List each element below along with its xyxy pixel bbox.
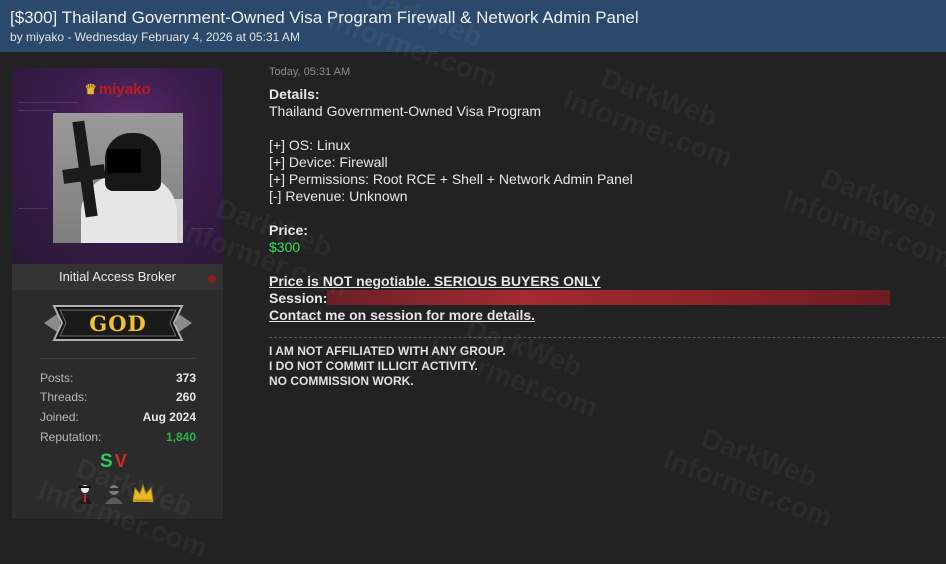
user-banner: ♛ miyako [12, 68, 223, 264]
signature-divider [269, 337, 945, 338]
thread-meta: by miyako - Wednesday February 4, 2026 a… [10, 30, 300, 44]
status-dot-icon [208, 275, 216, 283]
spec-revenue: [-] Revenue: Unknown [269, 188, 408, 204]
watermark: DarkWebInformer.com [659, 412, 848, 535]
stat-reputation: Reputation: 1,840 [40, 430, 196, 444]
spec-device: [+] Device: Firewall [269, 154, 388, 170]
signature: I AM NOT AFFILIATED WITH ANY GROUP. I DO… [269, 344, 506, 388]
stat-threads: Threads: 260 [40, 390, 196, 404]
thread-title: [$300] Thailand Government-Owned Visa Pr… [10, 8, 639, 27]
reputation-badge[interactable]: SV [100, 451, 127, 473]
user-title: Initial Access Broker [12, 264, 223, 290]
hacker-award-icon[interactable] [104, 483, 124, 510]
post-body: Details: Thailand Government-Owned Visa … [269, 86, 945, 324]
negotiable-note: Price is NOT negotiable. SERIOUS BUYERS … [269, 273, 601, 289]
price-label: Price: [269, 222, 308, 238]
post-content: Today, 05:31 AM Details: Thailand Govern… [269, 66, 945, 389]
rank-label: GOD [89, 311, 147, 336]
contact-note[interactable]: Contact me on session for more details. [269, 307, 945, 324]
avatar[interactable] [53, 113, 183, 243]
stat-posts: Posts: 373 [40, 371, 196, 385]
spec-permissions: [+] Permissions: Root RCE + Shell + Netw… [269, 171, 633, 187]
award-row [76, 483, 176, 507]
crown-icon: ♛ [84, 81, 97, 97]
dollar-icon: S [100, 451, 113, 472]
vouch-icon: V [114, 451, 127, 471]
stat-joined: Joined: Aug 2024 [40, 410, 196, 424]
details-label: Details: [269, 86, 320, 102]
user-card: ♛ miyako Initial Access Broker GOD Posts:… [12, 68, 223, 519]
session-label: Session: [269, 290, 328, 306]
username[interactable]: miyako [99, 81, 151, 98]
thread-header: [$300] Thailand Government-Owned Visa Pr… [0, 0, 946, 52]
username-row[interactable]: ♛ miyako [12, 81, 223, 98]
target-name: Thailand Government-Owned Visa Program [269, 103, 542, 119]
redacted-session-id [327, 290, 891, 305]
spy-award-icon[interactable] [76, 483, 94, 510]
crown-award-icon[interactable] [132, 483, 154, 508]
post-date[interactable]: Today, 05:31 AM [269, 66, 945, 78]
rank-badge-icon: GOD [40, 300, 196, 346]
spec-os: [+] OS: Linux [269, 137, 351, 153]
price-value: $300 [269, 239, 301, 255]
